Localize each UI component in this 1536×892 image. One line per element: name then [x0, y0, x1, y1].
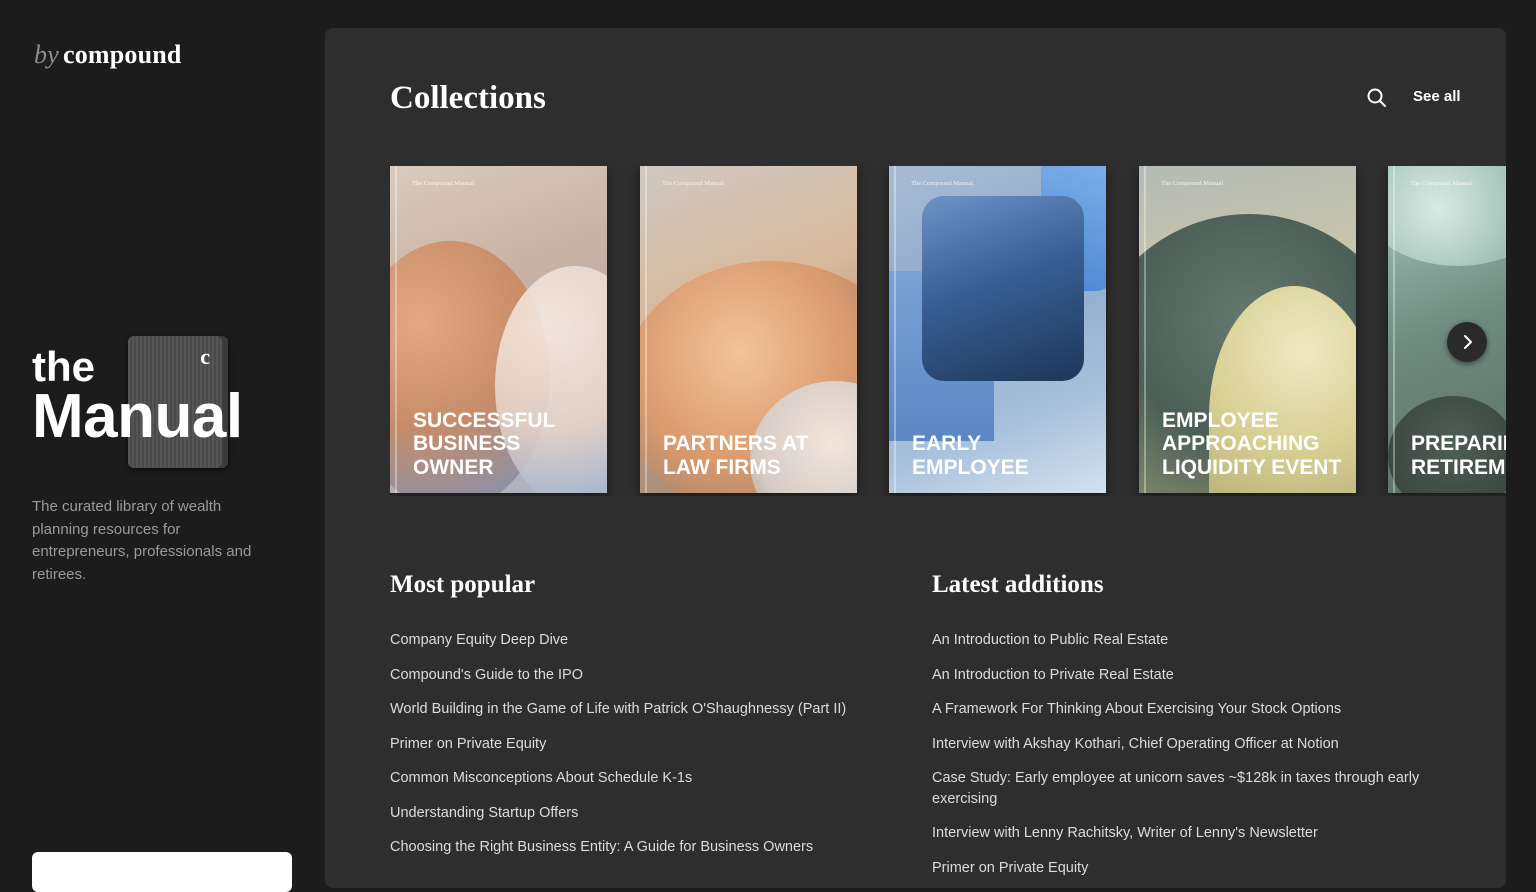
collections-carousel: The Compound Manual Successful Business … — [390, 166, 1506, 496]
main-panel: Collections See all The Compound Manual … — [325, 28, 1506, 888]
book-spine — [1393, 166, 1395, 493]
latest-additions-list: An Introduction to Public Real Estate An… — [932, 630, 1432, 888]
book-spine — [894, 166, 896, 493]
collection-card[interactable]: The Compound Manual Early Employee — [889, 166, 1106, 493]
chevron-right-icon — [1464, 335, 1472, 349]
list-item[interactable]: Common Misconceptions About Schedule K-1… — [390, 768, 870, 789]
card-label: The Compound Manual — [1410, 180, 1473, 187]
compound-mark: c — [200, 344, 210, 369]
card-title: Preparing Retirement — [1411, 432, 1506, 479]
see-all-link[interactable]: See all — [1413, 88, 1461, 105]
most-popular-title: Most popular — [390, 571, 536, 598]
sidebar: by compound c the Manual The curated libr… — [0, 0, 325, 892]
card-label: The Compound Manual — [911, 180, 974, 187]
list-item[interactable]: World Building in the Game of Life with … — [390, 699, 870, 720]
search-icon[interactable] — [1365, 86, 1389, 110]
list-item[interactable]: Choosing the Right Business Entity: A Gu… — [390, 837, 870, 858]
book-spine — [1144, 166, 1146, 493]
list-item[interactable]: Primer on Private Equity — [390, 734, 870, 755]
card-title: Early Employee — [912, 432, 1029, 479]
list-item[interactable]: Interview with Lenny Rachitsky, Writer o… — [932, 823, 1432, 844]
subscribe-box[interactable] — [32, 852, 292, 892]
most-popular-list: Company Equity Deep Dive Compound's Guid… — [390, 630, 870, 872]
collection-card[interactable]: The Compound Manual Employee Approaching… — [1139, 166, 1356, 493]
card-title: Successful Business Owner — [413, 408, 555, 479]
list-item[interactable]: An Introduction to Private Real Estate — [932, 665, 1432, 686]
book-spine — [395, 166, 397, 493]
collection-card[interactable]: The Compound Manual Partners at Law Firm… — [640, 166, 857, 493]
brand-name: compound — [62, 40, 182, 69]
card-title: Employee Approaching Liquidity Event — [1162, 408, 1342, 479]
list-item[interactable]: Case Study: Early employee at unicorn sa… — [932, 768, 1432, 809]
list-item[interactable]: Understanding Startup Offers — [390, 803, 870, 824]
list-item[interactable]: Compound's Guide to the IPO — [390, 665, 870, 686]
book-spine — [645, 166, 647, 493]
latest-additions-title: Latest additions — [932, 571, 1104, 598]
card-label: The Compound Manual — [662, 180, 725, 187]
card-label: The Compound Manual — [412, 180, 475, 187]
brand-logo[interactable]: by compound — [34, 40, 182, 70]
list-item[interactable]: A Framework For Thinking About Exercisin… — [932, 699, 1432, 720]
card-title: Partners at Law Firms — [663, 432, 809, 479]
card-label: The Compound Manual — [1161, 180, 1224, 187]
list-item[interactable]: Company Equity Deep Dive — [390, 630, 870, 651]
collection-card[interactable]: The Compound Manual Successful Business … — [390, 166, 607, 493]
brand-by: by — [34, 40, 59, 69]
list-item[interactable]: Interview with Akshay Kothari, Chief Ope… — [932, 734, 1432, 755]
the-manual-logo: c the Manual — [32, 334, 272, 474]
list-item[interactable]: An Introduction to Public Real Estate — [932, 630, 1432, 651]
collections-title: Collections — [390, 80, 546, 116]
carousel-next-button[interactable] — [1447, 322, 1487, 362]
tagline: The curated library of wealth planning r… — [32, 498, 252, 583]
logo-manual: Manual — [32, 382, 243, 451]
card-art — [922, 196, 1084, 381]
